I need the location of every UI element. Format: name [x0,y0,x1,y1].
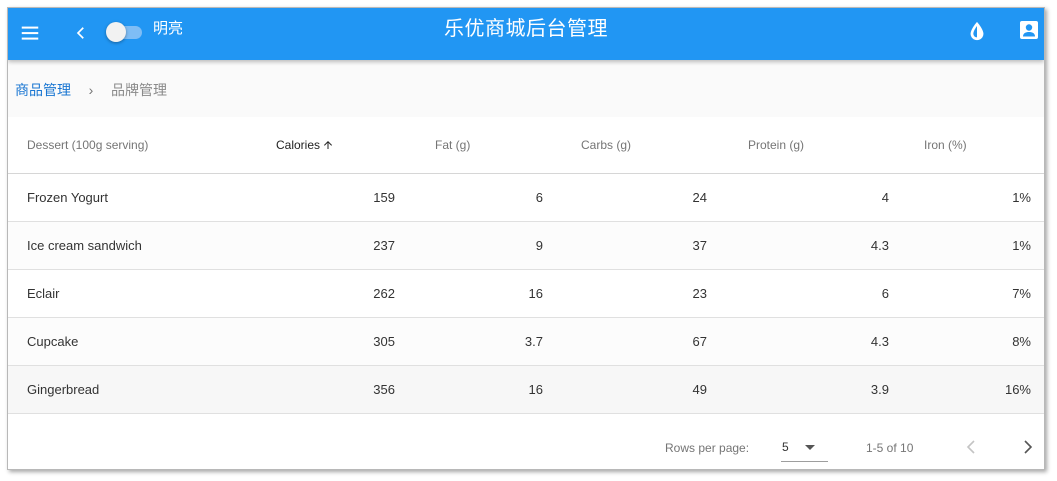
cell-protein: 4 [724,173,900,222]
cell-iron: 1% [900,221,1044,270]
column-header-carbs[interactable]: Carbs (g) [558,117,724,174]
cell-iron: 8% [900,317,1044,366]
cell-protein: 4.3 [724,221,900,270]
app-window: 明亮 乐优商城后台管理 商品管理 › 品牌管理 Dessert (100g serv… [7,7,1045,470]
column-header-protein[interactable]: Protein (g) [724,117,900,174]
cell-iron: 16% [900,365,1044,414]
cell-name: Eclair [8,269,262,318]
cell-fat: 9 [410,221,558,270]
table-row[interactable]: Gingerbread 356 16 49 3.9 16% [8,365,1044,414]
table-row[interactable]: Frozen Yogurt 159 6 24 4 1% [8,173,1044,222]
account-box-icon[interactable] [1017,18,1041,42]
cell-fat: 16 [410,269,558,318]
cell-fat: 6 [410,173,558,222]
breadcrumb-item-brand-management: 品牌管理 [111,82,167,98]
cell-calories: 305 [262,317,410,366]
cell-carbs: 49 [558,365,724,414]
cell-iron: 1% [900,173,1044,222]
rows-per-page-label: Rows per page: [665,441,750,455]
cell-name: Gingerbread [8,365,262,414]
cell-fat: 3.7 [410,317,558,366]
chevron-right-icon[interactable] [1021,438,1035,456]
breadcrumb: 商品管理 › 品牌管理 [15,80,167,100]
cell-carbs: 37 [558,221,724,270]
app-title: 乐优商城后台管理 [444,18,608,40]
cell-carbs: 24 [558,173,724,222]
page-range-text: 1-5 of 10 [866,441,914,455]
cell-carbs: 67 [558,317,724,366]
cell-calories: 356 [262,365,410,414]
cell-calories: 262 [262,269,410,318]
breadcrumb-item-product-management[interactable]: 商品管理 [15,82,71,98]
cell-protein: 3.9 [724,365,900,414]
cell-calories: 237 [262,221,410,270]
dropdown-arrow-icon [805,445,815,450]
cell-protein: 6 [724,269,900,318]
desserts-table: Dessert (100g serving) Calories Fat (g) … [8,117,1044,414]
cell-iron: 7% [900,269,1044,318]
cell-name: Cupcake [8,317,262,366]
cell-name: Ice cream sandwich [8,221,262,270]
column-header-fat[interactable]: Fat (g) [410,117,558,174]
chevron-left-icon[interactable] [964,438,978,456]
table-row[interactable]: Ice cream sandwich 237 9 37 4.3 1% [8,221,1044,270]
table-row[interactable]: Eclair 262 16 23 6 7% [8,269,1044,318]
breadcrumb-separator: › [88,82,94,98]
cell-carbs: 23 [558,269,724,318]
cell-fat: 16 [410,365,558,414]
cell-name: Frozen Yogurt [8,173,262,222]
rows-per-page-value: 5 [782,440,789,454]
table-pagination-footer: Rows per page: 5 1-5 of 10 [8,424,1044,469]
column-header-iron[interactable]: Iron (%) [900,117,1044,174]
data-table-card: Dessert (100g serving) Calories Fat (g) … [8,117,1044,469]
table-header-row: Dessert (100g serving) Calories Fat (g) … [8,117,1044,174]
cell-calories: 159 [262,173,410,222]
arrow-up-icon [324,141,333,149]
rows-per-page-select[interactable]: 5 [781,434,828,462]
app-bar: 明亮 乐优商城后台管理 [8,8,1044,60]
table-row[interactable]: Cupcake 305 3.7 67 4.3 8% [8,317,1044,366]
cell-protein: 4.3 [724,317,900,366]
column-header-calories[interactable]: Calories [262,117,410,174]
column-header-dessert[interactable]: Dessert (100g serving) [8,117,262,174]
water-drop-icon[interactable] [966,19,988,43]
